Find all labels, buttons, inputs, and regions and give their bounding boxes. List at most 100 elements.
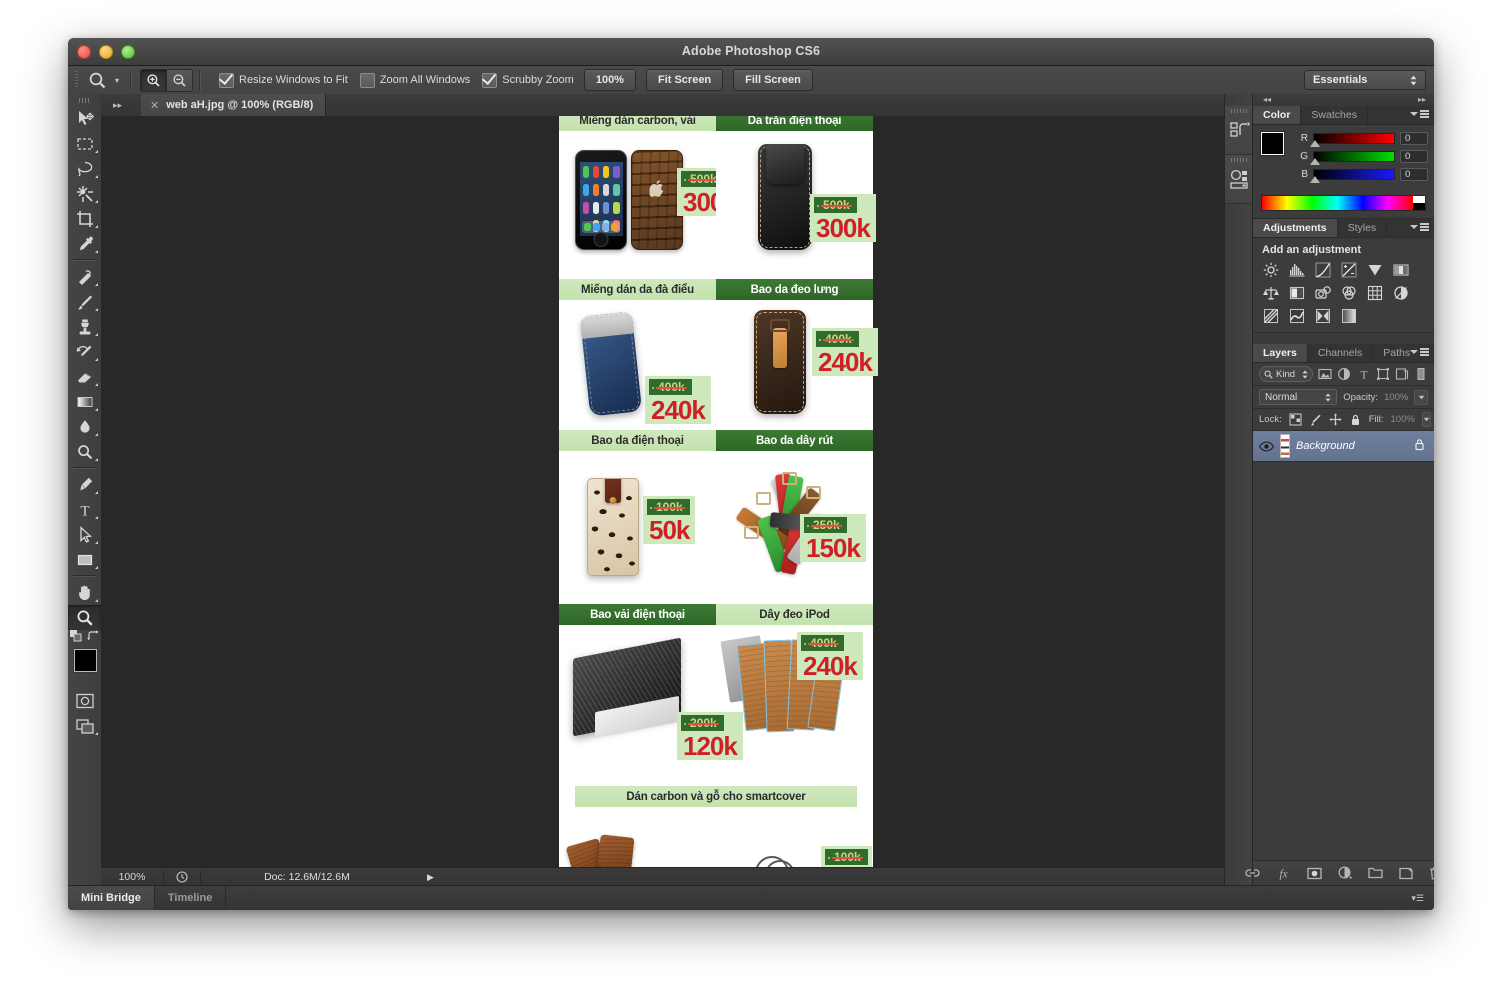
fill-screen-button[interactable]: Fill Screen <box>733 69 813 91</box>
brush-tool[interactable] <box>68 289 101 314</box>
tab-mini-bridge[interactable]: Mini Bridge <box>68 886 155 910</box>
properties-panel-icon[interactable] <box>1225 155 1253 204</box>
panel-menu-icon[interactable] <box>1410 110 1429 118</box>
exposure-icon[interactable] <box>1340 261 1357 278</box>
layer-visibility-icon[interactable] <box>1258 440 1274 452</box>
gradient-map-icon[interactable] <box>1340 307 1357 324</box>
zoom-direction-group[interactable] <box>140 68 193 92</box>
swap-colors-icon[interactable] <box>87 629 99 647</box>
color-panel-swatches[interactable] <box>1261 132 1296 167</box>
threshold-icon[interactable] <box>1288 307 1305 324</box>
tools-panel-grip[interactable] <box>68 94 101 106</box>
red-value[interactable]: 0 <box>1400 132 1428 145</box>
green-slider-row[interactable]: G 0 <box>1300 150 1428 165</box>
crop-tool[interactable] <box>68 206 101 231</box>
fill-stepper[interactable] <box>1421 412 1431 427</box>
slider-thumb[interactable] <box>1310 140 1320 147</box>
hue-saturation-icon[interactable] <box>1392 261 1409 278</box>
dock-collapse-bar[interactable]: ◂◂ ▸▸ <box>1253 94 1434 106</box>
tab-adjustments[interactable]: Adjustments <box>1253 219 1338 237</box>
path-selection-tool[interactable] <box>68 522 101 547</box>
link-layers-icon[interactable] <box>1245 866 1260 881</box>
history-brush-tool[interactable] <box>68 339 101 364</box>
curves-icon[interactable] <box>1314 261 1331 278</box>
tab-swatches[interactable]: Swatches <box>1301 106 1368 124</box>
filter-type-icon[interactable]: T <box>1357 367 1371 382</box>
brightness-contrast-icon[interactable] <box>1262 261 1279 278</box>
invert-icon[interactable] <box>1392 284 1409 301</box>
photo-filter-icon[interactable] <box>1314 284 1331 301</box>
zoom-out-icon[interactable] <box>167 69 192 91</box>
zoom-level[interactable]: 100% <box>101 871 164 883</box>
green-slider-track[interactable] <box>1310 151 1395 165</box>
document-tab[interactable]: ✕ web aH.jpg @ 100% (RGB/8) <box>141 94 327 116</box>
gradient-tool[interactable] <box>68 389 101 414</box>
lock-all-icon[interactable] <box>1349 412 1362 427</box>
hand-tool[interactable] <box>68 580 101 605</box>
fit-screen-button[interactable]: Fit Screen <box>645 69 724 91</box>
zoom-tool-icon[interactable] <box>84 69 110 91</box>
filter-smart-icon[interactable] <box>1395 367 1409 382</box>
options-bar-grip[interactable] <box>74 71 80 89</box>
levels-icon[interactable] <box>1288 261 1305 278</box>
history-panel-icon[interactable] <box>1225 106 1253 155</box>
table-row[interactable]: Background <box>1253 431 1434 462</box>
foreground-color-swatch[interactable] <box>74 649 97 672</box>
blur-tool[interactable] <box>68 414 101 439</box>
red-slider-track[interactable] <box>1310 133 1395 147</box>
filter-toggle-icon[interactable] <box>1414 367 1428 382</box>
color-balance-icon[interactable] <box>1262 284 1279 301</box>
color-spectrum-ramp[interactable] <box>1261 195 1426 211</box>
slider-thumb[interactable] <box>1310 176 1320 183</box>
eyedropper-tool[interactable] <box>68 231 101 256</box>
foreground-color-swatch[interactable] <box>1261 132 1284 155</box>
status-menu-arrow[interactable]: ▶ <box>427 872 434 883</box>
screen-mode-icon[interactable] <box>68 713 101 738</box>
spot-healing-brush-tool[interactable] <box>68 264 101 289</box>
zoom-tool[interactable] <box>68 605 101 630</box>
green-value[interactable]: 0 <box>1400 150 1428 163</box>
zoom-100-button[interactable]: 100% <box>583 69 636 91</box>
blend-mode-select[interactable]: Normal <box>1259 389 1338 405</box>
opacity-value[interactable]: 100% <box>1384 392 1408 403</box>
collapse-left-icon[interactable]: ◂◂ <box>1263 95 1271 104</box>
zoom-in-icon[interactable] <box>141 69 167 91</box>
channel-mixer-icon[interactable] <box>1340 284 1357 301</box>
tab-channels[interactable]: Channels <box>1308 344 1374 362</box>
delete-layer-icon[interactable] <box>1429 866 1434 881</box>
red-slider-row[interactable]: R 0 <box>1300 132 1428 147</box>
collapse-tools-icon[interactable]: ▸▸ <box>101 94 134 116</box>
lock-position-icon[interactable] <box>1329 412 1342 427</box>
workspace-selector[interactable]: Essentials <box>1304 70 1426 90</box>
tab-styles[interactable]: Styles <box>1338 219 1388 237</box>
horizontal-type-tool[interactable]: T <box>68 497 101 522</box>
eraser-tool[interactable] <box>68 364 101 389</box>
panel-menu-icon[interactable] <box>1410 348 1429 356</box>
vibrance-icon[interactable] <box>1366 261 1383 278</box>
slider-thumb[interactable] <box>1310 158 1320 165</box>
default-colors-icon[interactable] <box>70 629 82 647</box>
scrubby-zoom-checkbox[interactable]: Scrubby Zoom <box>482 72 574 88</box>
pen-tool[interactable] <box>68 472 101 497</box>
spectrum-bar[interactable] <box>1262 196 1413 210</box>
filter-adjustment-icon[interactable] <box>1337 367 1351 382</box>
close-icon[interactable]: ✕ <box>150 99 159 112</box>
panel-menu-icon[interactable] <box>1410 223 1429 231</box>
quick-selection-tool[interactable] <box>68 181 101 206</box>
layer-thumbnail[interactable] <box>1280 434 1290 458</box>
new-layer-icon[interactable] <box>1399 866 1413 881</box>
dodge-tool[interactable] <box>68 439 101 464</box>
filter-pixel-icon[interactable] <box>1318 367 1332 382</box>
fill-value[interactable]: 100% <box>1391 414 1415 425</box>
black-white-swatches[interactable] <box>1413 196 1425 210</box>
rectangle-tool[interactable] <box>68 547 101 572</box>
black-white-icon[interactable] <box>1288 284 1305 301</box>
layer-name[interactable]: Background <box>1296 440 1355 452</box>
zoom-all-windows-checkbox[interactable]: Zoom All Windows <box>359 72 470 88</box>
tab-timeline[interactable]: Timeline <box>155 886 227 910</box>
posterize-icon[interactable] <box>1262 307 1279 324</box>
add-mask-icon[interactable] <box>1307 866 1322 881</box>
new-adjustment-icon[interactable] <box>1338 866 1352 881</box>
bottom-panel-menu-icon[interactable]: ▾☰ <box>1411 893 1424 904</box>
clone-stamp-tool[interactable] <box>68 314 101 339</box>
